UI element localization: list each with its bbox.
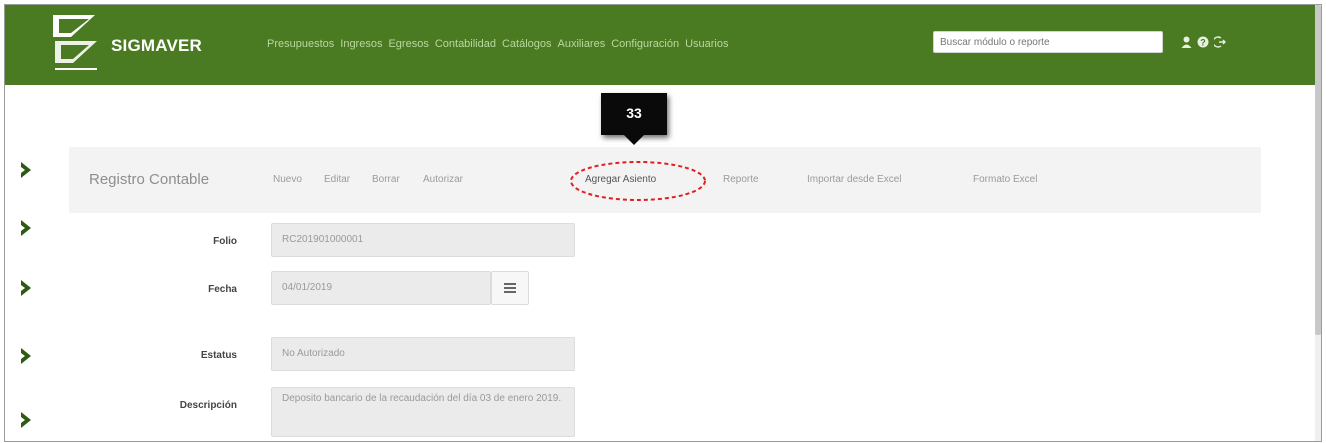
estatus-label: Estatus — [200, 350, 237, 361]
formato-excel-button[interactable]: Formato Excel — [973, 174, 1037, 185]
app-window: SIGMAVER Presupuestos Ingresos Egresos C… — [4, 4, 1322, 442]
nav-item-contabilidad[interactable]: Contabilidad — [435, 38, 496, 50]
chevron-right-icon[interactable] — [19, 279, 33, 297]
nav-item-auxiliares[interactable]: Auxiliares — [558, 38, 606, 50]
main-nav: Presupuestos Ingresos Egresos Contabilid… — [267, 38, 729, 50]
chevron-right-icon[interactable] — [19, 219, 33, 237]
sigmaver-logo-icon — [53, 15, 97, 70]
borrar-button[interactable]: Borrar — [372, 174, 400, 185]
help-icon[interactable]: ? — [1197, 36, 1209, 51]
folio-label: Folio — [213, 236, 237, 247]
reporte-button[interactable]: Reporte — [723, 174, 759, 185]
scrollbar-thumb[interactable] — [1315, 5, 1321, 335]
editar-button[interactable]: Editar — [324, 174, 350, 185]
descripcion-label: Descripción — [179, 400, 237, 411]
highlight-ellipse — [570, 161, 706, 201]
calendar-icon — [504, 283, 516, 293]
logout-icon[interactable] — [1212, 36, 1226, 51]
fecha-field[interactable]: 04/01/2019 — [271, 271, 491, 305]
svg-text:?: ? — [1200, 38, 1206, 48]
chevron-right-icon[interactable] — [19, 161, 33, 179]
nav-item-usuarios[interactable]: Usuarios — [685, 38, 728, 50]
nav-item-presupuestos[interactable]: Presupuestos — [267, 38, 334, 50]
importar-excel-button[interactable]: Importar desde Excel — [807, 174, 902, 185]
chevron-right-icon[interactable] — [19, 347, 33, 365]
nav-item-catalogos[interactable]: Catálogos — [502, 38, 552, 50]
callout-pointer — [622, 133, 646, 145]
calendar-button[interactable] — [491, 271, 529, 305]
registro-toolbar: Registro Contable Nuevo Editar Borrar Au… — [69, 147, 1261, 213]
top-navbar: SIGMAVER Presupuestos Ingresos Egresos C… — [5, 5, 1315, 85]
vertical-scrollbar[interactable] — [1315, 5, 1321, 441]
fecha-label: Fecha — [208, 284, 237, 295]
autorizar-button[interactable]: Autorizar — [423, 174, 463, 185]
estatus-field[interactable]: No Autorizado — [271, 337, 575, 371]
nav-item-configuracion[interactable]: Configuración — [611, 38, 679, 50]
folio-field[interactable]: RC201901000001 — [271, 223, 575, 257]
navbar-icons: ? — [1181, 36, 1226, 51]
chevron-right-icon[interactable] — [19, 411, 33, 429]
brand-name: SIGMAVER — [111, 36, 203, 55]
nav-item-egresos[interactable]: Egresos — [388, 38, 428, 50]
descripcion-textarea[interactable]: Deposito bancario de la recaudación del … — [271, 387, 575, 437]
user-icon[interactable] — [1181, 36, 1192, 51]
toolbar-title: Registro Contable — [89, 171, 210, 188]
search-input[interactable] — [933, 31, 1163, 53]
nuevo-button[interactable]: Nuevo — [273, 174, 302, 185]
nav-item-ingresos[interactable]: Ingresos — [340, 38, 382, 50]
step-callout-badge: 33 — [601, 93, 667, 135]
